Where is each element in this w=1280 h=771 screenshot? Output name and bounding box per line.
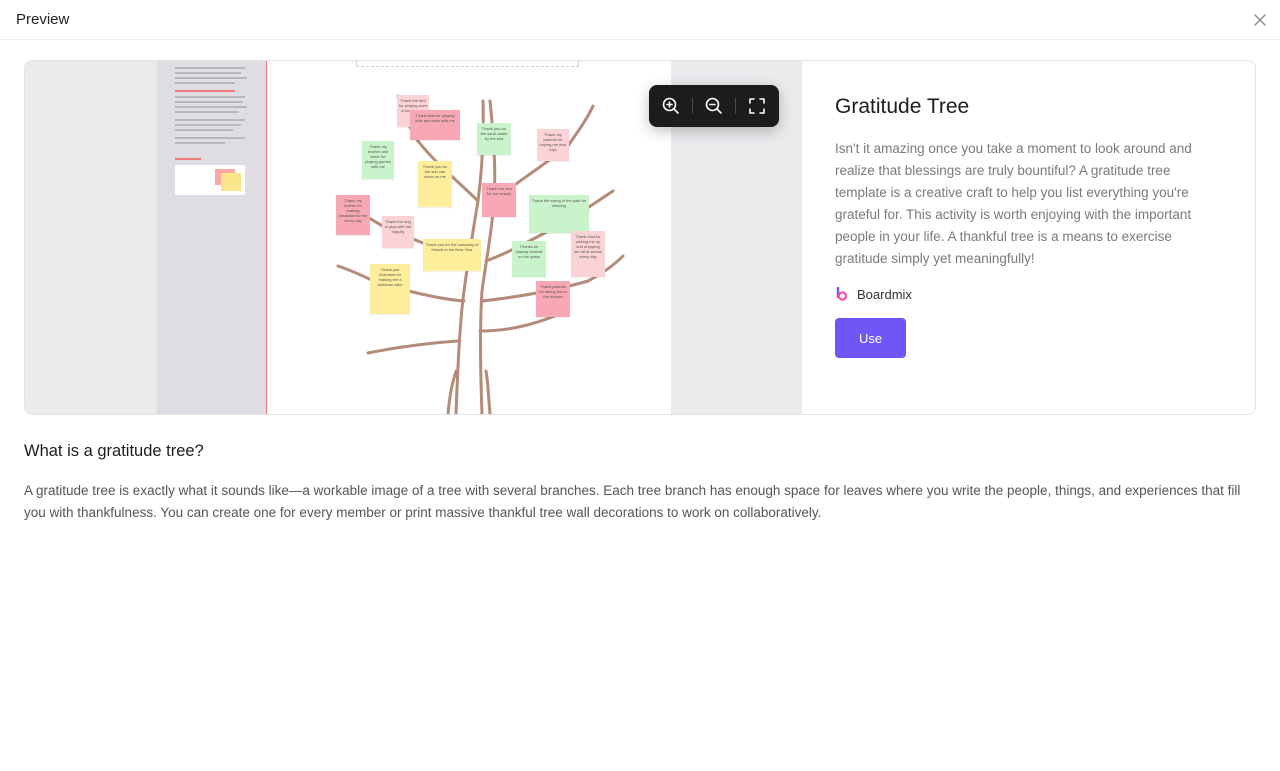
template-preview[interactable]: Thank the bird for singing such a lovely… xyxy=(25,61,802,414)
sticky-note: Thank my brother and sister for playing … xyxy=(362,141,394,179)
sticky-note: Thank parents for taking me to the movie… xyxy=(536,281,570,317)
template-info: Gratitude Tree Isn't it amazing once you… xyxy=(835,61,1235,414)
section-title: What is a gratitude tree? xyxy=(24,442,204,460)
template-title: Gratitude Tree xyxy=(835,95,970,118)
sticky-note: Thank the swing in the park for relaxing xyxy=(529,195,589,233)
sticky-note: Thanks for playing football on the grass xyxy=(512,241,546,277)
close-icon[interactable] xyxy=(1252,12,1268,28)
fullscreen-icon[interactable] xyxy=(747,96,767,116)
sticky-note: Thank the sea for the beauty xyxy=(482,183,516,217)
zoom-in-icon[interactable] xyxy=(661,96,681,116)
sticky-note: Thank you for the company of friends in … xyxy=(423,239,481,271)
document-thumbnail xyxy=(157,61,267,414)
brand-name: Boardmix xyxy=(857,286,912,302)
sticky-note: Thank you Grandma for making me a delici… xyxy=(370,264,410,314)
template-description: Isn't it amazing once you take a moment … xyxy=(835,141,1192,266)
brand: Boardmix xyxy=(835,286,912,302)
boardmix-logo-icon xyxy=(835,286,849,301)
preview-header: Preview xyxy=(0,0,1280,40)
page-title: Preview xyxy=(16,11,70,28)
sticky-note: Thank you for the sun can shine on me xyxy=(418,161,452,207)
sticky-note: Thank my parents for buying me nice toys xyxy=(537,129,569,161)
template-card: Thank the bird for singing such a lovely… xyxy=(24,60,1256,415)
sticky-note: Thank you for the sand castle by the sea xyxy=(477,123,511,155)
sticky-note: Thank Dad for picking me up and dropping… xyxy=(571,231,605,277)
use-button[interactable]: Use xyxy=(835,318,906,358)
tree-canvas: Thank the bird for singing such a lovely… xyxy=(268,61,671,414)
sticky-note: Thank kids for playing hide and seek wit… xyxy=(410,110,460,140)
sticky-note: Thank the dog to play with me happily xyxy=(382,216,414,248)
zoom-toolbar xyxy=(649,85,779,127)
zoom-out-icon[interactable] xyxy=(704,96,724,116)
tree-illustration xyxy=(336,94,625,414)
sticky-note-thumbnail xyxy=(175,165,245,195)
sticky-note: Thank my mother for making breakfast for… xyxy=(336,195,370,235)
section-body: A gratitude tree is exactly what it soun… xyxy=(24,483,1241,520)
